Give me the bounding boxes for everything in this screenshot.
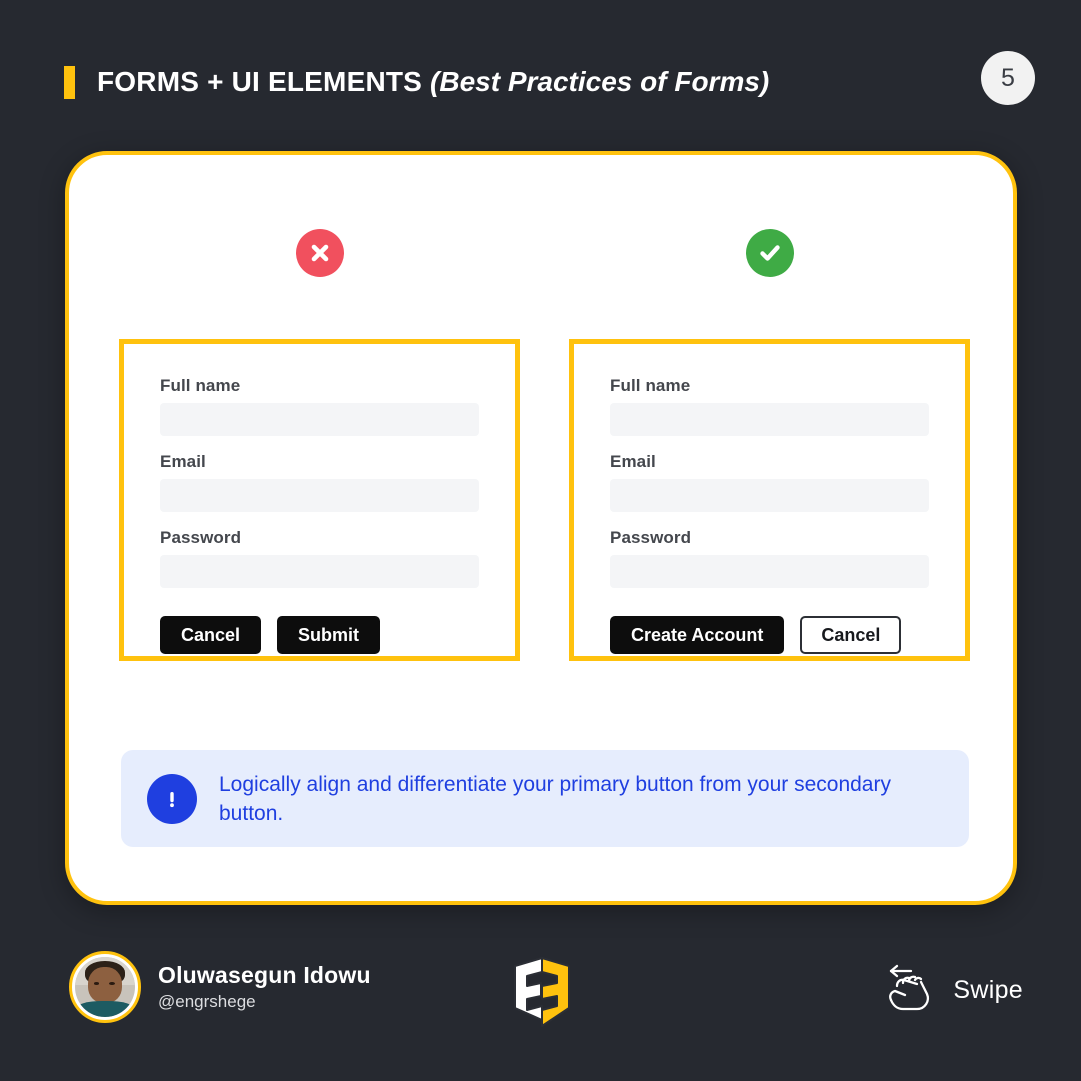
- fullname-input[interactable]: [160, 403, 479, 436]
- header: FORMS + UI ELEMENTS (Best Practices of F…: [0, 51, 1081, 112]
- cancel-button[interactable]: Cancel: [800, 616, 902, 654]
- form-actions-bad: Cancel Submit: [160, 616, 479, 654]
- field-label-email: Email: [160, 452, 206, 471]
- field-label-password: Password: [610, 528, 692, 547]
- swipe-hand-icon: [883, 962, 939, 1019]
- swipe-indicator[interactable]: Swipe: [883, 962, 1023, 1019]
- field-label-fullname: Full name: [160, 376, 241, 395]
- field-label-password: Password: [160, 528, 242, 547]
- forms-comparison: Full name Email Password Cancel Submit F…: [69, 339, 1013, 665]
- author-handle: @engrshege: [158, 992, 256, 1011]
- footer: Oluwasegun Idowu @engrshege Swipe: [0, 940, 1081, 1045]
- field-label-fullname: Full name: [610, 376, 691, 395]
- es-shield-logo-icon: [513, 956, 571, 1028]
- form-actions-good: Create Account Cancel: [610, 616, 929, 654]
- exclamation-icon: [147, 773, 197, 824]
- page-title-subtitle: (Best Practices of Forms): [430, 66, 770, 97]
- field-label-email: Email: [610, 452, 656, 471]
- email-input[interactable]: [610, 479, 929, 512]
- slide-root: FORMS + UI ELEMENTS (Best Practices of F…: [0, 0, 1081, 1081]
- tip-callout-text: Logically align and differentiate your p…: [219, 772, 891, 825]
- page-number-badge: 5: [981, 51, 1035, 105]
- author-text: Oluwasegun Idowu @engrshege: [158, 962, 371, 1012]
- submit-button[interactable]: Submit: [277, 616, 381, 654]
- email-input[interactable]: [160, 479, 479, 512]
- password-input[interactable]: [160, 555, 479, 588]
- tip-callout: Logically align and differentiate your p…: [121, 750, 969, 847]
- form-fields-bad: Full name Email Password Cancel Submit: [124, 344, 515, 654]
- status-icons-row: [69, 229, 1013, 281]
- accent-bar-icon: [64, 65, 75, 99]
- avatar: [69, 951, 141, 1023]
- page-title: FORMS + UI ELEMENTS (Best Practices of F…: [97, 66, 769, 98]
- author-block: Oluwasegun Idowu @engrshege: [69, 951, 371, 1023]
- fullname-input[interactable]: [610, 403, 929, 436]
- form-card-good: Full name Email Password Create Account …: [569, 339, 970, 661]
- author-name: Oluwasegun Idowu: [158, 962, 371, 988]
- password-input[interactable]: [610, 555, 929, 588]
- circle-x-icon: [296, 229, 344, 277]
- avatar-photo: [75, 957, 135, 1017]
- page-title-main: FORMS + UI ELEMENTS: [97, 66, 431, 97]
- form-fields-good: Full name Email Password Create Account …: [574, 344, 965, 654]
- swipe-label: Swipe: [953, 976, 1023, 1004]
- cancel-button[interactable]: Cancel: [160, 616, 262, 654]
- main-content-card: Full name Email Password Cancel Submit F…: [65, 151, 1017, 905]
- form-card-bad: Full name Email Password Cancel Submit: [119, 339, 520, 661]
- circle-check-icon: [746, 229, 794, 277]
- create-account-button[interactable]: Create Account: [610, 616, 785, 654]
